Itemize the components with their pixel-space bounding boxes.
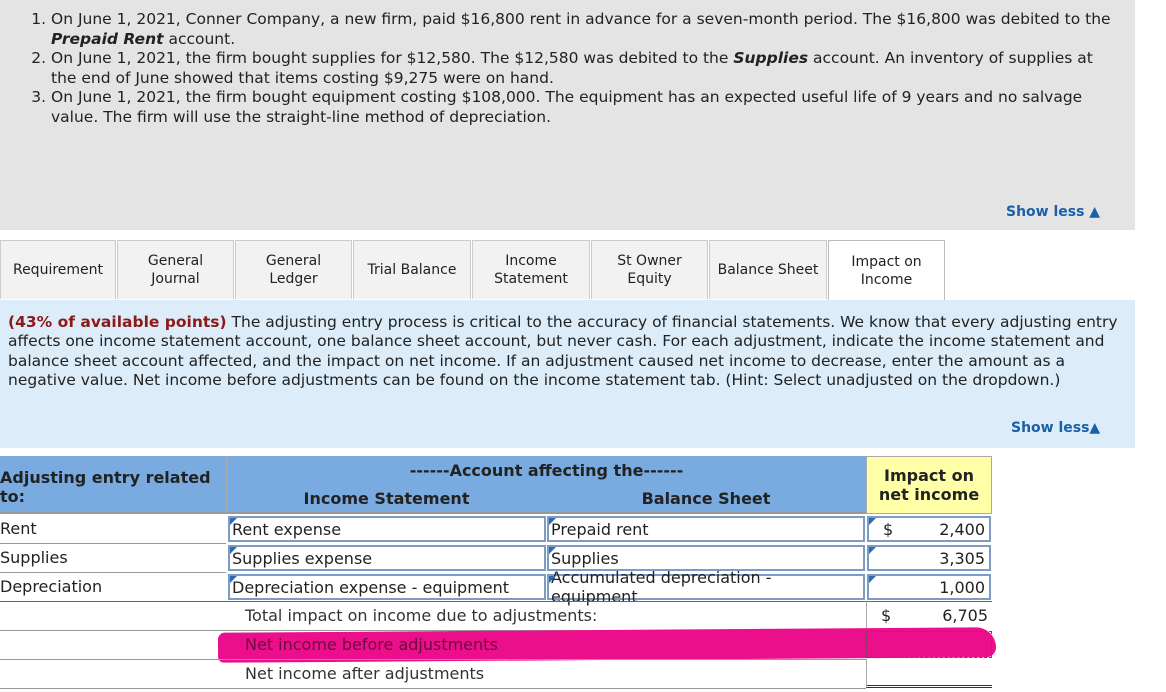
dollar-sign: $ — [881, 606, 892, 625]
balance-sheet-dropdown[interactable]: Prepaid rent — [547, 516, 865, 542]
tab-general-ledger[interactable]: General Ledger — [235, 240, 352, 299]
problem-panel: On June 1, 2021, Conner Company, a new f… — [0, 0, 1135, 230]
col-header-balance-sheet: Balance Sheet — [546, 485, 866, 514]
problem-item: On June 1, 2021, the firm bought equipme… — [51, 88, 1115, 127]
after-label: Net income after adjustments — [245, 664, 485, 683]
problem-item: On June 1, 2021, the firm bought supplie… — [51, 49, 1115, 88]
impact-input[interactable]: 3,305 — [867, 545, 991, 571]
balance-sheet-dropdown[interactable]: Accumulated depreciation - equipment — [547, 568, 865, 606]
points-label: (43% of available points) — [8, 313, 227, 331]
account-name: Prepaid Rent — [51, 29, 164, 48]
row-entry: Supplies — [0, 548, 68, 567]
tab-impact-on-income[interactable]: Impact on Income — [828, 240, 945, 301]
col-header-income-statement: Income Statement — [226, 485, 546, 514]
impact-value: 3,305 — [939, 548, 985, 568]
tab-bar: Requirement General Journal General Ledg… — [0, 240, 1135, 301]
impact-value: 2,400 — [939, 519, 985, 539]
instructions-panel: (43% of available points) The adjusting … — [0, 300, 1135, 448]
tab-income-statement[interactable]: Income Statement — [472, 240, 590, 299]
income-statement-dropdown[interactable]: Supplies expense — [228, 545, 546, 571]
net-income-after-value — [866, 659, 992, 688]
income-statement-dropdown[interactable]: Rent expense — [228, 516, 546, 542]
col-header-impact: Impact on net income — [866, 456, 992, 514]
problem-list: On June 1, 2021, Conner Company, a new f… — [0, 0, 1135, 127]
tab-label: St Owner Equity — [617, 253, 682, 287]
total-value: $6,705 — [866, 601, 992, 630]
tab-requirement[interactable]: Requirement — [0, 240, 116, 299]
tab-trial-balance[interactable]: Trial Balance — [353, 240, 471, 299]
tab-label: Impact on Income — [851, 254, 922, 288]
text: account. — [163, 29, 236, 48]
col-header-entry: Adjusting entry related to: — [0, 456, 226, 514]
text: On June 1, 2021, Conner Company, a new f… — [51, 10, 1111, 28]
total-amount: 6,705 — [942, 606, 988, 625]
tab-general-journal[interactable]: General Journal — [117, 240, 234, 299]
tab-balance-sheet[interactable]: Balance Sheet — [709, 240, 827, 299]
text: On June 1, 2021, the firm bought supplie… — [51, 49, 734, 67]
text: On June 1, 2021, the firm bought equipme… — [51, 88, 1083, 126]
tab-label: General Ledger — [265, 253, 322, 287]
before-label: Net income before adjustments — [245, 635, 498, 654]
net-income-before-input[interactable] — [866, 631, 992, 658]
impact-value: 1,000 — [939, 577, 985, 597]
group-header: ------Account affecting the------ — [226, 456, 866, 485]
row-entry: Rent — [0, 519, 37, 538]
impact-input[interactable]: 1,000 — [867, 574, 991, 600]
tab-st-owner-equity[interactable]: St Owner Equity — [591, 240, 708, 299]
total-label: Total impact on income due to adjustment… — [245, 606, 598, 625]
tab-label: Income Statement — [494, 253, 568, 287]
account-name: Supplies — [733, 49, 809, 67]
tab-label: General Journal — [147, 253, 204, 287]
show-less-link[interactable]: Show less ▲ — [1006, 204, 1100, 220]
impact-input[interactable]: $2,400 — [867, 516, 991, 542]
show-less-link[interactable]: Show less▲ — [1011, 420, 1100, 436]
dollar-sign: $ — [883, 519, 894, 539]
problem-item: On June 1, 2021, Conner Company, a new f… — [51, 10, 1115, 49]
income-statement-dropdown[interactable]: Depreciation expense - equipment — [228, 574, 546, 600]
row-entry: Depreciation — [0, 577, 103, 596]
